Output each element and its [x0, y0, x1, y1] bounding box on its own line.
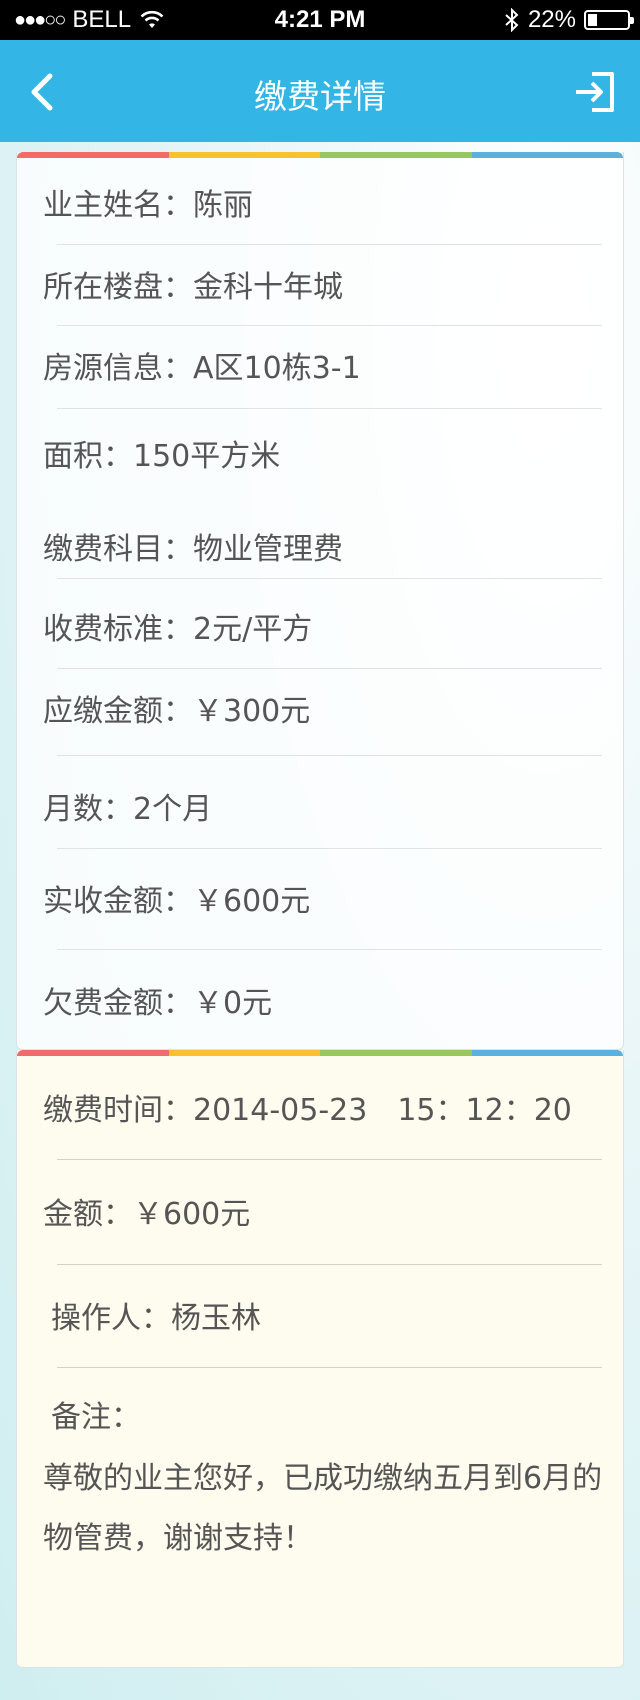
fee-item: 缴费科目：物业管理费	[43, 532, 343, 567]
fee-standard: 收费标准：2元/平方	[43, 612, 313, 647]
bluetooth-icon	[505, 8, 519, 32]
property-name: 所在楼盘：金科十年城	[43, 270, 343, 305]
divider	[57, 578, 602, 579]
status-right: 22%	[504, 6, 634, 34]
remark-label: 备注：	[51, 1400, 141, 1435]
divider	[57, 408, 602, 409]
months: 月数：2个月	[43, 792, 213, 827]
operator: 操作人：杨玉林	[51, 1301, 261, 1336]
amount-received: 实收金额：￥600元	[43, 884, 311, 919]
divider	[57, 668, 602, 669]
payment-record-card: 缴费时间：2014-05-23 15：12：20 金额：￥600元 操作人：杨玉…	[16, 1050, 624, 1668]
divider	[57, 1159, 602, 1160]
divider	[57, 244, 602, 245]
amount-due: 应缴金额：￥300元	[43, 694, 311, 729]
battery-icon	[584, 10, 634, 30]
color-stripe	[17, 1050, 623, 1056]
divider	[57, 755, 602, 756]
area: 面积：150平方米	[43, 439, 281, 474]
logout-icon[interactable]	[572, 70, 616, 114]
status-bar: ●●●○○ BELL 4:21 PM 22%	[0, 0, 640, 40]
payment-time: 缴费时间：2014-05-23 15：12：20	[43, 1093, 572, 1128]
fee-details-card: 业主姓名：陈丽 所在楼盘：金科十年城 房源信息：A区10栋3-1 面积：150平…	[16, 152, 624, 1050]
divider	[57, 949, 602, 950]
color-stripe	[17, 152, 623, 158]
navigation-bar: 缴费详情	[0, 40, 640, 142]
divider	[57, 1264, 602, 1265]
remark-text-line-1: 尊敬的业主您好，已成功缴纳五月到6月的	[43, 1461, 603, 1496]
divider	[57, 1367, 602, 1368]
unit-info: 房源信息：A区10栋3-1	[43, 351, 361, 386]
divider	[57, 325, 602, 326]
payment-amount: 金额：￥600元	[43, 1197, 251, 1232]
page-title: 缴费详情	[254, 77, 386, 116]
remark-text-line-2: 物管费，谢谢支持！	[43, 1521, 313, 1556]
owner-name: 业主姓名：陈丽	[43, 188, 253, 223]
divider	[57, 848, 602, 849]
battery-percentage: 22%	[527, 6, 576, 33]
arrears: 欠费金额：￥0元	[43, 986, 273, 1021]
